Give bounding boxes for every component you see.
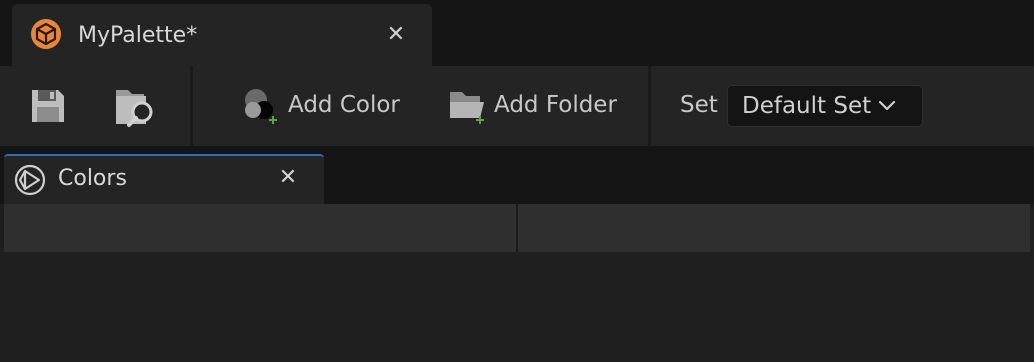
set-label: Set: [680, 92, 718, 118]
column-header[interactable]: [4, 204, 516, 252]
close-colors-panel-button[interactable]: ✕: [276, 166, 300, 190]
add-color-button[interactable]: Add Color: [238, 78, 406, 134]
toolbar: Add Color Add Folder Set Default Set: [0, 66, 1034, 146]
add-folder-button[interactable]: Add Folder: [446, 78, 626, 134]
column-header[interactable]: [518, 204, 1030, 252]
colors-panel-body: [0, 204, 1034, 362]
browse-to-asset-button[interactable]: [108, 78, 162, 134]
document-tab-title: MyPalette*: [78, 23, 198, 48]
add-folder-icon: [450, 92, 484, 124]
document-tab[interactable]: MyPalette* ✕: [12, 4, 432, 66]
close-document-tab-button[interactable]: ✕: [384, 23, 408, 47]
browse-to-asset-icon: [116, 90, 153, 127]
save-icon: [32, 90, 64, 122]
add-color-icon: [245, 89, 277, 124]
save-button[interactable]: [24, 78, 72, 134]
column-header-row: [4, 204, 1030, 252]
add-color-label: Add Color: [288, 92, 400, 118]
add-folder-label: Add Folder: [494, 92, 617, 118]
palette-asset-icon: [31, 19, 61, 49]
document-tab-bar: MyPalette* ✕: [0, 0, 1034, 66]
toolbar-separator: [190, 66, 193, 146]
set-dropdown-value: Default Set: [742, 93, 872, 119]
colors-list[interactable]: [4, 252, 1030, 362]
colors-panel-icon: [14, 164, 46, 196]
colors-panel-tab[interactable]: Colors ✕: [4, 154, 324, 204]
toolbar-separator: [648, 66, 651, 146]
panel-tab-bar: Colors ✕: [0, 146, 1034, 204]
chevron-down-icon: [878, 100, 896, 111]
set-dropdown[interactable]: Default Set: [727, 85, 923, 127]
colors-panel-title: Colors: [58, 166, 127, 191]
